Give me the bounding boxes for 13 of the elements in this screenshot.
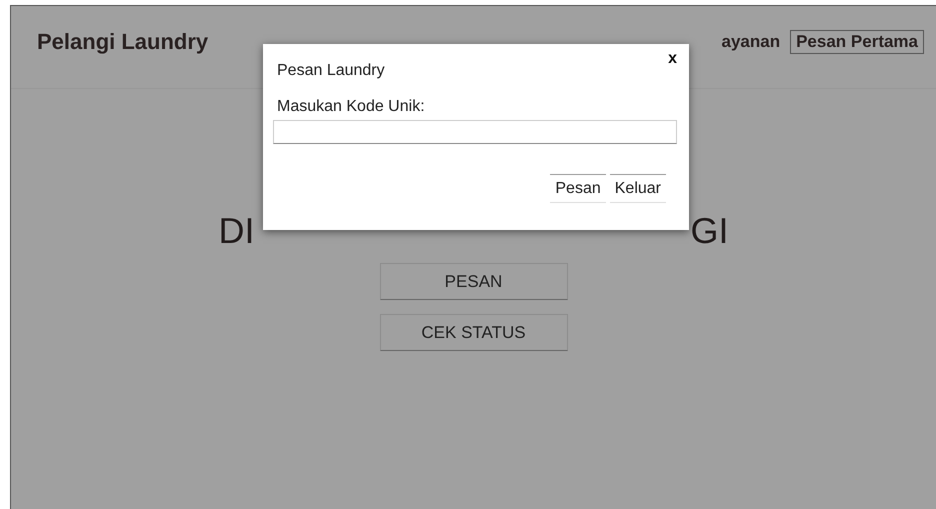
close-button[interactable]: x <box>668 50 677 68</box>
field-label: Masukan Kode Unik: <box>277 98 426 116</box>
input-field[interactable] <box>273 120 677 144</box>
nav-link[interactable]: Pesan Pertama <box>790 30 924 54</box>
dialog-button[interactable]: Keluar <box>610 174 666 203</box>
page-heading: GI <box>690 211 728 251</box>
brand-title: Pelangi Laundry <box>37 29 208 55</box>
dialog-button[interactable]: Pesan <box>550 174 606 203</box>
menu-button[interactable]: CEK STATUS <box>380 314 568 351</box>
page-heading: DI <box>218 211 254 251</box>
menu-button[interactable]: PESAN <box>380 263 568 300</box>
nav-link[interactable]: ayanan <box>716 30 786 54</box>
dialog-title: Pesan Laundry <box>277 62 386 80</box>
